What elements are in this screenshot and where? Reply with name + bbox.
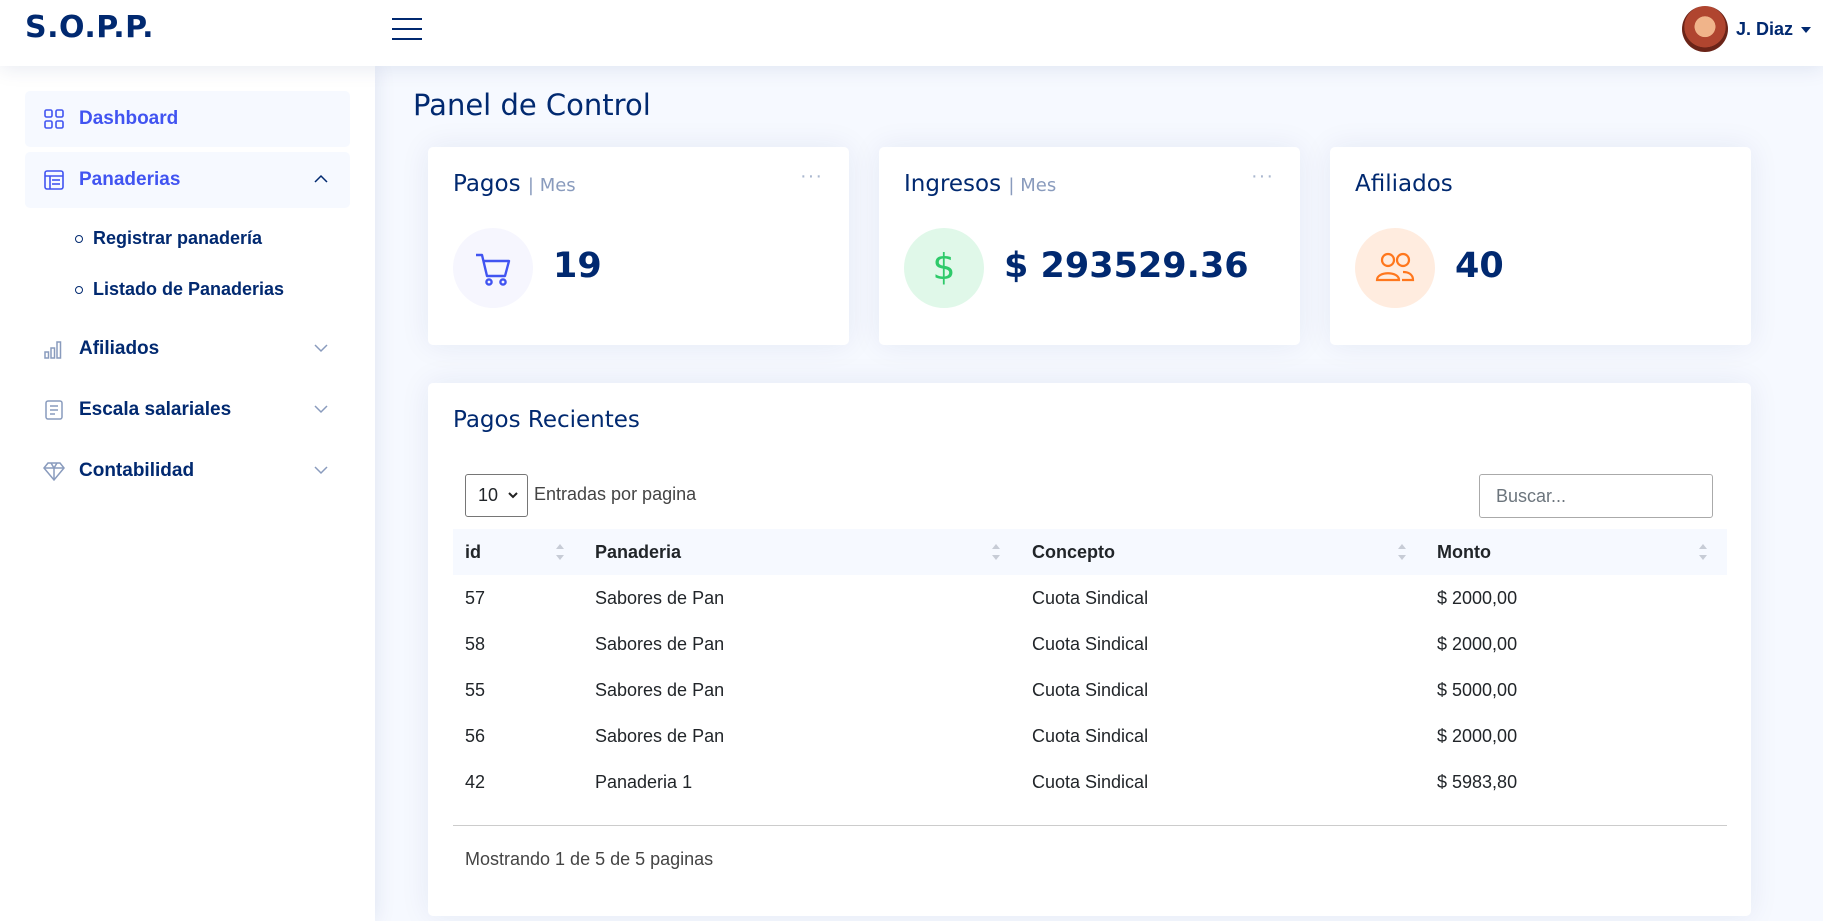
sidebar-item-escala-salariales[interactable]: Escala salariales bbox=[25, 382, 350, 438]
sort-icon[interactable] bbox=[1397, 541, 1407, 563]
card-title: Ingresos | Mes bbox=[904, 171, 1056, 197]
cell-concepto: Cuota Sindical bbox=[1032, 587, 1149, 608]
pagos-card: Pagos | Mes ··· 19 bbox=[428, 147, 849, 345]
table-row: 55 Sabores de Pan Cuota Sindical $ 5000,… bbox=[453, 667, 1727, 713]
dollar-icon: $ bbox=[904, 228, 984, 308]
search-input[interactable] bbox=[1479, 474, 1713, 518]
sidebar-toggle-button[interactable] bbox=[392, 16, 422, 42]
cell-id: 58 bbox=[465, 633, 486, 654]
cell-concepto: Cuota Sindical bbox=[1032, 679, 1149, 700]
sidebar-subitem-label: Listado de Panaderias bbox=[93, 279, 285, 299]
sidebar-item-contabilidad[interactable]: Contabilidad bbox=[25, 443, 350, 499]
ingresos-card: Ingresos | Mes ··· $ $ 293529.36 bbox=[879, 147, 1300, 345]
entries-per-page-value: 10 bbox=[478, 485, 499, 505]
bar-chart-icon bbox=[44, 341, 62, 359]
table-icon bbox=[44, 170, 64, 190]
cell-panaderia: Sabores de Pan bbox=[595, 633, 725, 654]
sidebar-subitem-listado-panaderias[interactable]: Listado de Panaderias bbox=[25, 264, 350, 315]
card-subtitle: | Mes bbox=[1008, 175, 1057, 196]
cell-monto: $ 2000,00 bbox=[1437, 633, 1518, 654]
column-header-id[interactable]: id bbox=[465, 529, 481, 575]
chevron-up-icon bbox=[314, 174, 328, 183]
cart-icon bbox=[453, 228, 533, 308]
user-name: J. Diaz bbox=[1735, 18, 1793, 39]
sidebar-item-label: Afiliados bbox=[79, 338, 160, 359]
card-title-text: Afiliados bbox=[1355, 171, 1453, 197]
cell-id: 55 bbox=[465, 679, 486, 700]
column-header-panaderia[interactable]: Panaderia bbox=[595, 529, 681, 575]
user-profile-menu[interactable]: J. Diaz bbox=[1681, 6, 1811, 52]
column-header-concepto[interactable]: Concepto bbox=[1032, 529, 1115, 575]
afiliados-card: Afiliados 40 bbox=[1330, 147, 1751, 345]
chevron-down-icon bbox=[1801, 27, 1811, 33]
sort-icon[interactable] bbox=[991, 541, 1001, 563]
card-value: $ 293529.36 bbox=[1004, 246, 1249, 286]
cell-id: 57 bbox=[465, 587, 486, 608]
sidebar-subitem-label: Registrar panadería bbox=[93, 228, 263, 248]
cell-monto: $ 2000,00 bbox=[1437, 725, 1518, 746]
table-row: 42 Panaderia 1 Cuota Sindical $ 5983,80 bbox=[453, 759, 1727, 805]
card-title: Afiliados bbox=[1355, 171, 1453, 197]
card-value: 40 bbox=[1455, 246, 1504, 286]
sidebar-item-dashboard[interactable]: Dashboard bbox=[25, 91, 350, 147]
sidebar-item-label: Escala salariales bbox=[79, 399, 232, 420]
app-logo[interactable]: S.O.P.P. bbox=[25, 10, 154, 45]
cell-id: 56 bbox=[465, 725, 486, 746]
sort-icon[interactable] bbox=[555, 541, 565, 563]
circle-icon bbox=[75, 285, 83, 294]
page-title: Panel de Control bbox=[413, 88, 651, 122]
card-title-text: Ingresos bbox=[904, 171, 1002, 197]
sidebar: Dashboard Panaderias Registrar panadería… bbox=[0, 66, 375, 921]
circle-icon bbox=[75, 234, 83, 243]
cell-monto: $ 5000,00 bbox=[1437, 679, 1518, 700]
cell-monto: $ 5983,80 bbox=[1437, 771, 1518, 792]
chevron-down-icon bbox=[314, 405, 328, 414]
cell-panaderia: Panaderia 1 bbox=[595, 771, 693, 792]
more-options-icon[interactable]: ··· bbox=[800, 165, 823, 188]
section-title: Pagos Recientes bbox=[453, 407, 640, 433]
card-value: 19 bbox=[553, 246, 602, 286]
sidebar-item-label: Contabilidad bbox=[79, 460, 195, 481]
grid-icon bbox=[44, 109, 64, 129]
sidebar-item-label: Dashboard bbox=[79, 108, 179, 129]
svg-text:$: $ bbox=[933, 248, 956, 288]
column-header-monto[interactable]: Monto bbox=[1437, 529, 1491, 575]
table-header: id Panaderia Concepto Monto bbox=[453, 529, 1727, 575]
cell-panaderia: Sabores de Pan bbox=[595, 679, 725, 700]
chevron-down-icon bbox=[314, 344, 328, 353]
sidebar-subitem-registrar-panaderia[interactable]: Registrar panadería bbox=[25, 213, 350, 264]
entries-per-page-label: Entradas por pagina bbox=[534, 484, 697, 504]
sidebar-item-panaderias[interactable]: Panaderias bbox=[25, 152, 350, 208]
sidebar-item-afiliados[interactable]: Afiliados bbox=[25, 321, 350, 377]
chevron-down-icon bbox=[508, 492, 518, 499]
cell-concepto: Cuota Sindical bbox=[1032, 725, 1149, 746]
table-row: 58 Sabores de Pan Cuota Sindical $ 2000,… bbox=[453, 621, 1727, 667]
table-row: 56 Sabores de Pan Cuota Sindical $ 2000,… bbox=[453, 713, 1727, 759]
people-icon bbox=[1355, 228, 1435, 308]
gem-icon bbox=[43, 462, 65, 482]
cell-monto: $ 2000,00 bbox=[1437, 587, 1518, 608]
recent-payments-card: Pagos Recientes 10 Entradas por pagina i… bbox=[428, 383, 1751, 916]
pagination-info: Mostrando 1 de 5 de 5 paginas bbox=[465, 849, 714, 869]
more-options-icon[interactable]: ··· bbox=[1251, 165, 1274, 188]
entries-per-page-select[interactable]: 10 bbox=[465, 474, 528, 517]
sort-icon[interactable] bbox=[1698, 541, 1708, 563]
sidebar-item-label: Panaderias bbox=[79, 169, 181, 190]
card-subtitle: | Mes bbox=[527, 175, 576, 196]
avatar bbox=[1681, 6, 1728, 52]
table-row: 57 Sabores de Pan Cuota Sindical $ 2000,… bbox=[453, 575, 1727, 621]
cell-panaderia: Sabores de Pan bbox=[595, 587, 725, 608]
journal-text-icon bbox=[45, 400, 63, 420]
cell-concepto: Cuota Sindical bbox=[1032, 771, 1149, 792]
chevron-down-icon bbox=[314, 466, 328, 475]
cell-concepto: Cuota Sindical bbox=[1032, 633, 1149, 654]
top-header: S.O.P.P. J. Diaz bbox=[0, 0, 1823, 66]
table-divider bbox=[453, 825, 1727, 826]
card-title-text: Pagos bbox=[453, 171, 521, 197]
card-title: Pagos | Mes bbox=[453, 171, 576, 197]
cell-id: 42 bbox=[465, 771, 486, 792]
cell-panaderia: Sabores de Pan bbox=[595, 725, 725, 746]
